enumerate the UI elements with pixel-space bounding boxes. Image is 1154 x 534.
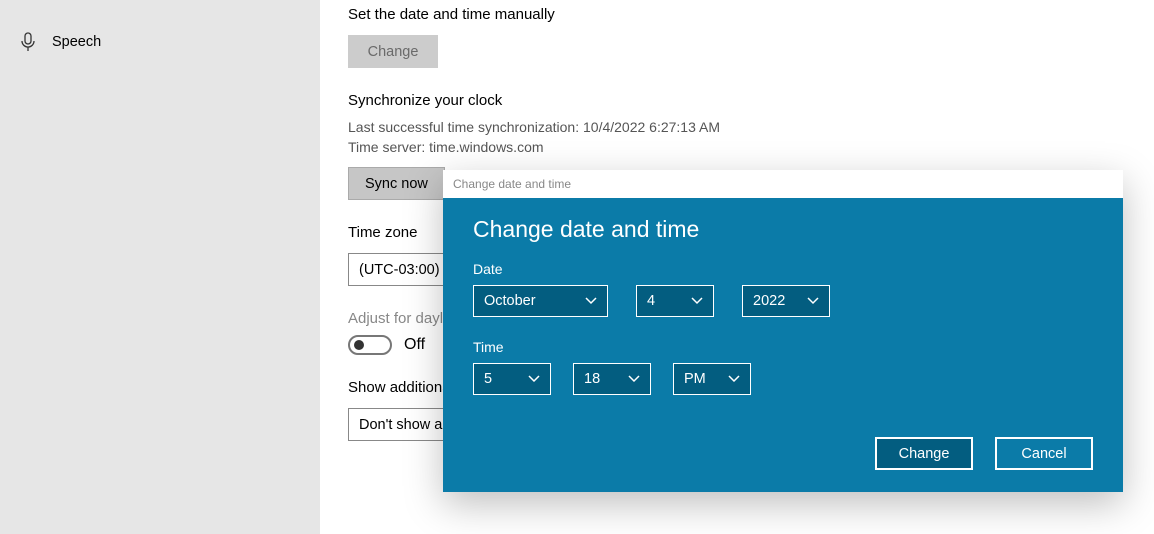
set-date-time-manually-title: Set the date and time manually [348, 6, 1126, 23]
hour-picker[interactable]: 5 [473, 363, 551, 395]
minute-value: 18 [584, 371, 600, 387]
day-picker[interactable]: 4 [636, 285, 714, 317]
sync-clock-title: Synchronize your clock [348, 92, 1126, 109]
microphone-icon [20, 32, 36, 52]
dialog-titlebar[interactable]: Change date and time [443, 170, 1123, 198]
sync-server-text: Time server: time.windows.com [348, 137, 1126, 157]
sync-now-button[interactable]: Sync now [348, 167, 445, 200]
dialog-change-button[interactable]: Change [875, 437, 973, 470]
time-field-label: Time [473, 339, 1093, 355]
chevron-down-icon [728, 371, 740, 387]
month-value: October [484, 293, 536, 309]
chevron-down-icon [628, 371, 640, 387]
additional-clocks-value: Don't show a [359, 417, 442, 433]
chevron-down-icon [807, 293, 819, 309]
day-value: 4 [647, 293, 655, 309]
date-field-label: Date [473, 261, 1093, 277]
settings-sidebar: Speech [0, 0, 320, 534]
chevron-down-icon [691, 293, 703, 309]
change-date-time-button[interactable]: Change [348, 35, 438, 68]
dst-toggle-state: Off [404, 336, 425, 354]
sync-last-text: Last successful time synchronization: 10… [348, 117, 1126, 137]
month-picker[interactable]: October [473, 285, 608, 317]
sidebar-item-speech[interactable]: Speech [20, 28, 320, 56]
chevron-down-icon [585, 293, 597, 309]
hour-value: 5 [484, 371, 492, 387]
change-date-time-dialog: Change date and time Change date and tim… [443, 170, 1123, 492]
year-picker[interactable]: 2022 [742, 285, 830, 317]
sidebar-item-label: Speech [52, 34, 101, 50]
ampm-picker[interactable]: PM [673, 363, 751, 395]
dialog-titlebar-text: Change date and time [453, 177, 571, 191]
dialog-cancel-button[interactable]: Cancel [995, 437, 1093, 470]
toggle-knob [354, 340, 364, 350]
year-value: 2022 [753, 293, 785, 309]
timezone-value: (UTC-03:00) C [359, 262, 454, 278]
minute-picker[interactable]: 18 [573, 363, 651, 395]
dialog-heading: Change date and time [473, 216, 1093, 243]
ampm-value: PM [684, 371, 706, 387]
dst-toggle[interactable] [348, 335, 392, 355]
chevron-down-icon [528, 371, 540, 387]
